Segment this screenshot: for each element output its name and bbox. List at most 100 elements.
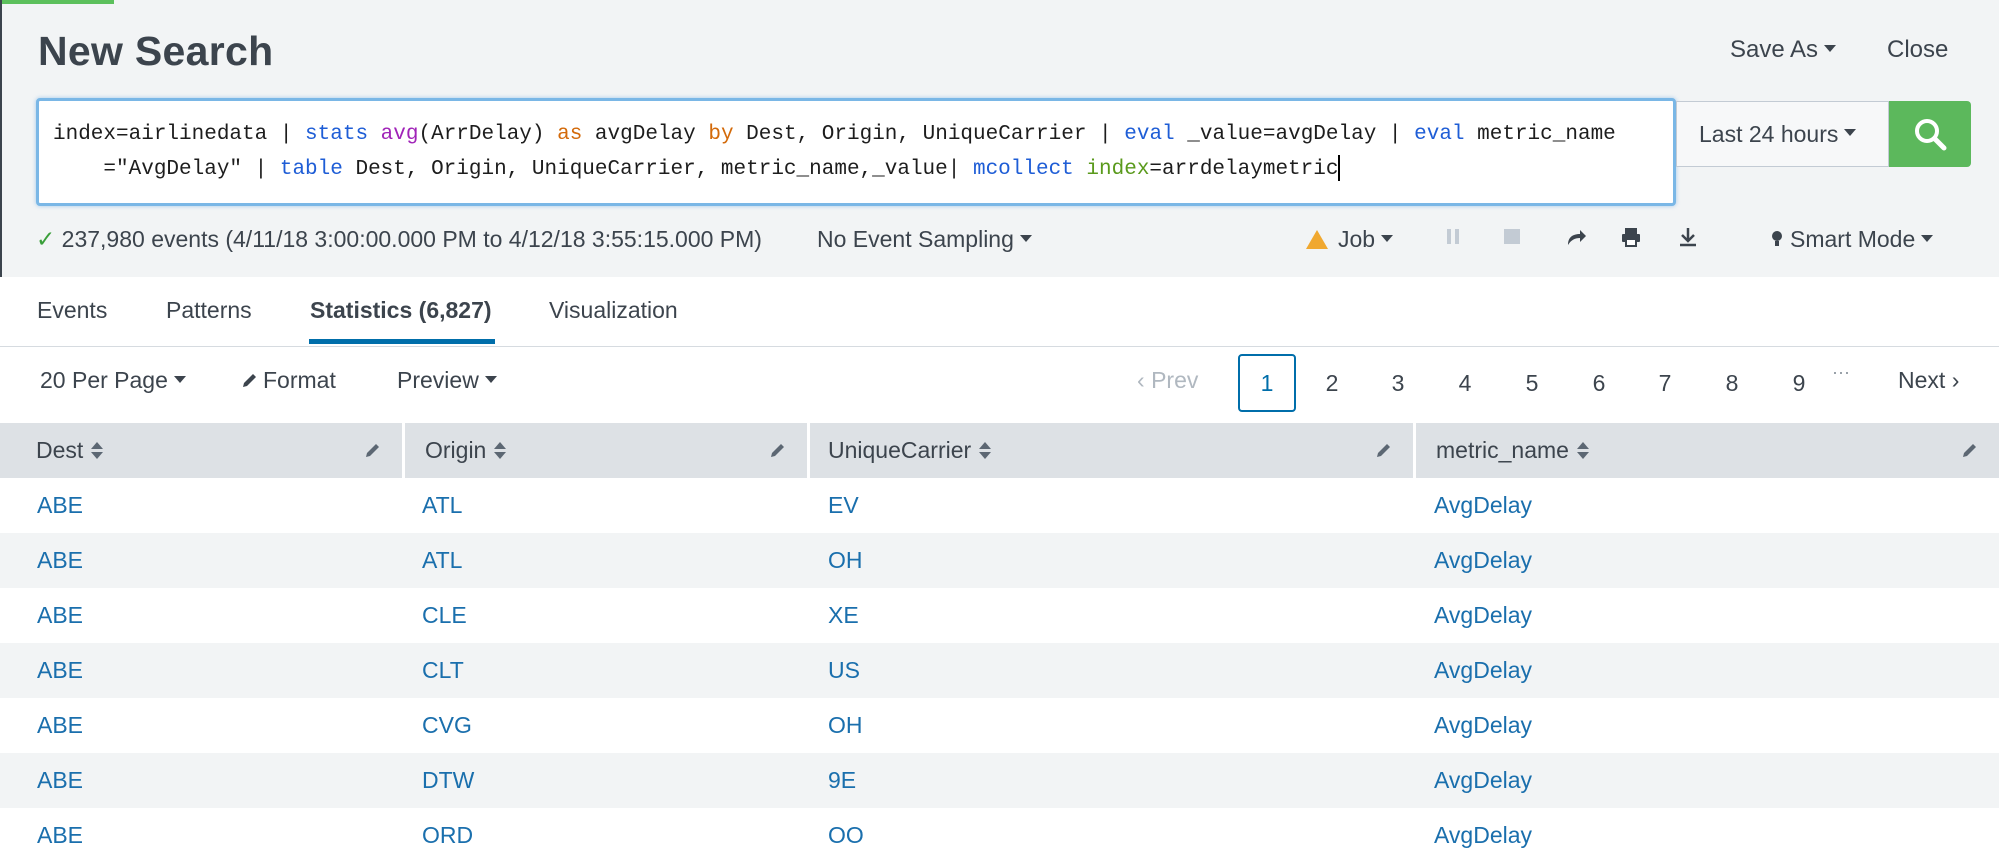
table-cell-link[interactable]: AvgDelay — [1434, 588, 1532, 643]
edit-column-icon[interactable] — [769, 441, 787, 459]
pager-page-5[interactable]: 5 — [1503, 354, 1561, 412]
column-header-label: Origin — [425, 437, 487, 463]
table-cell-link[interactable]: CLT — [422, 643, 464, 698]
table-cell-link[interactable]: EV — [828, 478, 859, 533]
time-range-picker[interactable]: Last 24 hours — [1676, 101, 1889, 167]
results-tabs: Events Patterns Statistics (6,827) Visua… — [0, 277, 1999, 347]
stop-icon[interactable] — [1503, 226, 1521, 246]
q-line1-p2: (ArrDelay) — [418, 123, 558, 146]
table-cell-link[interactable]: ABE — [37, 808, 83, 855]
chevron-down-icon — [1019, 235, 1032, 243]
table-cell-link[interactable]: DTW — [422, 753, 474, 808]
table-cell-link[interactable]: ATL — [422, 533, 462, 588]
column-header-metric-name[interactable]: metric_name — [1416, 423, 1999, 478]
close-button[interactable]: Close — [1887, 36, 1948, 64]
table-cell-link[interactable]: AvgDelay — [1434, 478, 1532, 533]
pager-page-1[interactable]: 1 — [1238, 354, 1296, 412]
tab-visualization[interactable]: Visualization — [549, 297, 678, 324]
column-header-dest[interactable]: Dest — [0, 423, 405, 478]
save-as-menu[interactable]: Save As — [1730, 36, 1837, 64]
pager-page-9[interactable]: 9 — [1770, 354, 1828, 412]
table-cell-link[interactable]: OH — [828, 698, 863, 753]
event-sampling-menu[interactable]: No Event Sampling — [817, 226, 1032, 253]
search-mode-label: Smart Mode — [1790, 226, 1916, 252]
tab-patterns[interactable]: Patterns — [166, 297, 252, 324]
column-header-origin[interactable]: Origin — [405, 423, 810, 478]
pager-page-2[interactable]: 2 — [1303, 354, 1361, 412]
chevron-down-icon — [1844, 128, 1857, 136]
pager-prev-label: Prev — [1151, 367, 1199, 393]
edit-column-icon[interactable] — [1961, 441, 1979, 459]
pager-page-4[interactable]: 4 — [1436, 354, 1494, 412]
tab-statistics[interactable]: Statistics (6,827) — [310, 297, 492, 324]
event-count-status: ✓ 237,980 events (4/11/18 3:00:00.000 PM… — [36, 226, 762, 253]
q-line1-p1: index=airlinedata | — [53, 123, 306, 146]
pager-page-6[interactable]: 6 — [1570, 354, 1628, 412]
preview-label: Preview — [397, 367, 479, 393]
pager-prev-button[interactable]: ‹ Prev — [1137, 367, 1198, 394]
edit-column-icon[interactable] — [364, 441, 382, 459]
table-cell-link[interactable]: AvgDelay — [1434, 698, 1532, 753]
chevron-down-icon — [173, 376, 186, 384]
app-accent-bar — [2, 0, 114, 4]
format-menu[interactable]: Format — [241, 367, 336, 394]
job-menu[interactable]: Job — [1306, 226, 1394, 253]
table-cell-link[interactable]: AvgDelay — [1434, 753, 1532, 808]
share-icon[interactable] — [1565, 226, 1587, 248]
tab-events[interactable]: Events — [37, 297, 107, 324]
table-row: ABE CLE XE AvgDelay — [0, 588, 1999, 643]
table-cell-link[interactable]: ABE — [37, 698, 83, 753]
column-header-uniquecarrier[interactable]: UniqueCarrier — [810, 423, 1416, 478]
table-row: ABE ORD OO AvgDelay — [0, 808, 1999, 855]
table-cell-link[interactable]: AvgDelay — [1434, 643, 1532, 698]
q-as: as — [557, 123, 583, 146]
event-count-text: 237,980 events (4/11/18 3:00:00.000 PM t… — [61, 226, 762, 252]
q-index-arg: index — [1086, 158, 1150, 181]
print-icon[interactable] — [1620, 226, 1642, 248]
table-cell-link[interactable]: CLE — [422, 588, 467, 643]
table-cell-link[interactable]: ABE — [37, 643, 83, 698]
table-cell-link[interactable]: AvgDelay — [1434, 533, 1532, 588]
pager-next-label: Next — [1898, 367, 1946, 393]
q-mcollect: mcollect — [972, 158, 1074, 181]
table-cell-link[interactable]: 9E — [828, 753, 856, 808]
chevron-right-icon: › — [1951, 367, 1960, 393]
sort-icon — [979, 441, 992, 460]
time-range-label: Last 24 hours — [1699, 120, 1839, 147]
q-stats: stats — [305, 123, 369, 146]
table-cell-link[interactable]: OO — [828, 808, 864, 855]
table-cell-link[interactable]: AvgDelay — [1434, 808, 1532, 855]
pager-page-3[interactable]: 3 — [1369, 354, 1427, 412]
q-table: table — [279, 158, 343, 181]
pager-page-8[interactable]: 8 — [1703, 354, 1761, 412]
table-cell-link[interactable]: CVG — [422, 698, 472, 753]
q-line1-p4: Dest, Origin, UniqueCarrier | — [733, 123, 1125, 146]
table-cell-link[interactable]: US — [828, 643, 860, 698]
sort-icon — [494, 441, 507, 460]
table-cell-link[interactable]: ABE — [37, 533, 83, 588]
table-cell-link[interactable]: ORD — [422, 808, 473, 855]
pause-icon[interactable] — [1446, 226, 1460, 246]
table-cell-link[interactable]: OH — [828, 533, 863, 588]
table-header: Dest Origin UniqueCarrier metric_name — [0, 423, 1999, 478]
per-page-menu[interactable]: 20 Per Page — [40, 367, 186, 394]
table-cell-link[interactable]: XE — [828, 588, 859, 643]
search-query-input[interactable]: index=airlinedata | stats avg(ArrDelay) … — [36, 98, 1676, 206]
q-sp — [368, 123, 381, 146]
search-button[interactable] — [1889, 101, 1971, 167]
pager-page-7[interactable]: 7 — [1636, 354, 1694, 412]
column-header-label: Dest — [36, 437, 84, 463]
pager-next-button[interactable]: Next › — [1898, 367, 1959, 394]
table-cell-link[interactable]: ABE — [37, 753, 83, 808]
warning-icon — [1306, 230, 1328, 249]
preview-menu[interactable]: Preview — [397, 367, 497, 394]
table-cell-link[interactable]: ABE — [37, 478, 83, 533]
q-line1-p3: avgDelay — [582, 123, 709, 146]
edit-column-icon[interactable] — [1375, 441, 1393, 459]
table-cell-link[interactable]: ATL — [422, 478, 462, 533]
table-cell-link[interactable]: ABE — [37, 588, 83, 643]
export-icon[interactable] — [1677, 226, 1699, 248]
search-mode-menu[interactable]: Smart Mode — [1770, 226, 1934, 253]
q-avg: avg — [380, 123, 419, 146]
job-label: Job — [1338, 226, 1376, 252]
